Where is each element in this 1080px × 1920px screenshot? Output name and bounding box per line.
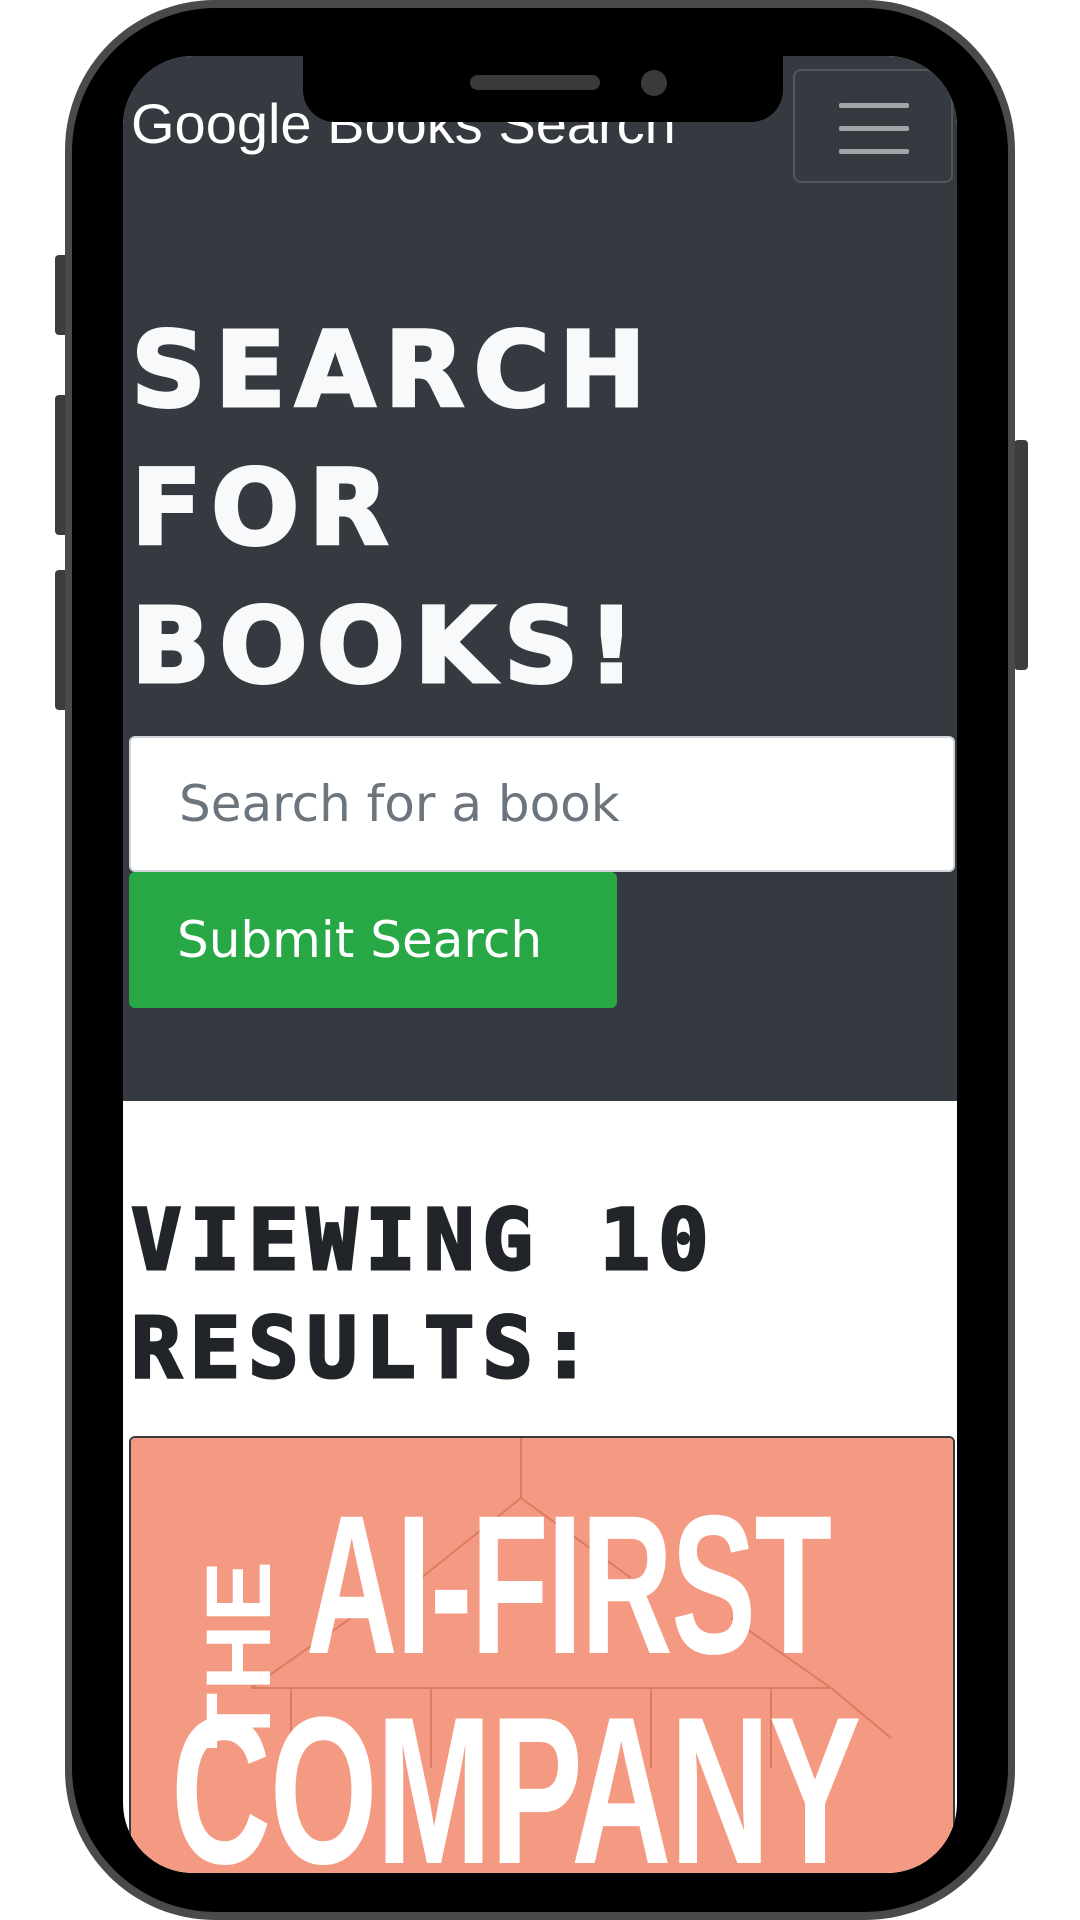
result-card[interactable]: THE AI-FIRST COMPANY — [129, 1436, 955, 1873]
cover-text-ai-first: AI-FIRST — [306, 1474, 832, 1695]
hamburger-menu-icon — [839, 103, 909, 108]
results-heading: VIEWING 10 RESULTS: — [130, 1190, 717, 1399]
navbar-toggle-button[interactable] — [793, 69, 953, 183]
book-cover-image: THE AI-FIRST COMPANY — [131, 1438, 953, 1874]
hero-title-line: SEARCH — [130, 308, 655, 433]
front-camera — [641, 70, 667, 96]
cover-text-company: COMPANY — [171, 1673, 861, 1874]
page: Google Books Search SEARCH FOR BOOKS! Su… — [0, 0, 1080, 1920]
hero-title-line: BOOKS! — [130, 584, 645, 709]
phone-screen: Google Books Search SEARCH FOR BOOKS! Su… — [123, 56, 957, 1873]
phone-notch — [303, 56, 783, 122]
phone-power-button — [1014, 440, 1028, 670]
hamburger-menu-icon-bar — [839, 126, 909, 131]
speaker-grille — [470, 75, 600, 90]
hero-title: SEARCH FOR BOOKS! — [130, 301, 751, 715]
hamburger-menu-icon-bar — [839, 149, 909, 154]
hero-section: Google Books Search SEARCH FOR BOOKS! Su… — [123, 56, 957, 1101]
hero-title-line: FOR — [130, 446, 398, 571]
search-input[interactable] — [129, 736, 955, 872]
submit-search-button[interactable]: Submit Search — [129, 872, 617, 1008]
